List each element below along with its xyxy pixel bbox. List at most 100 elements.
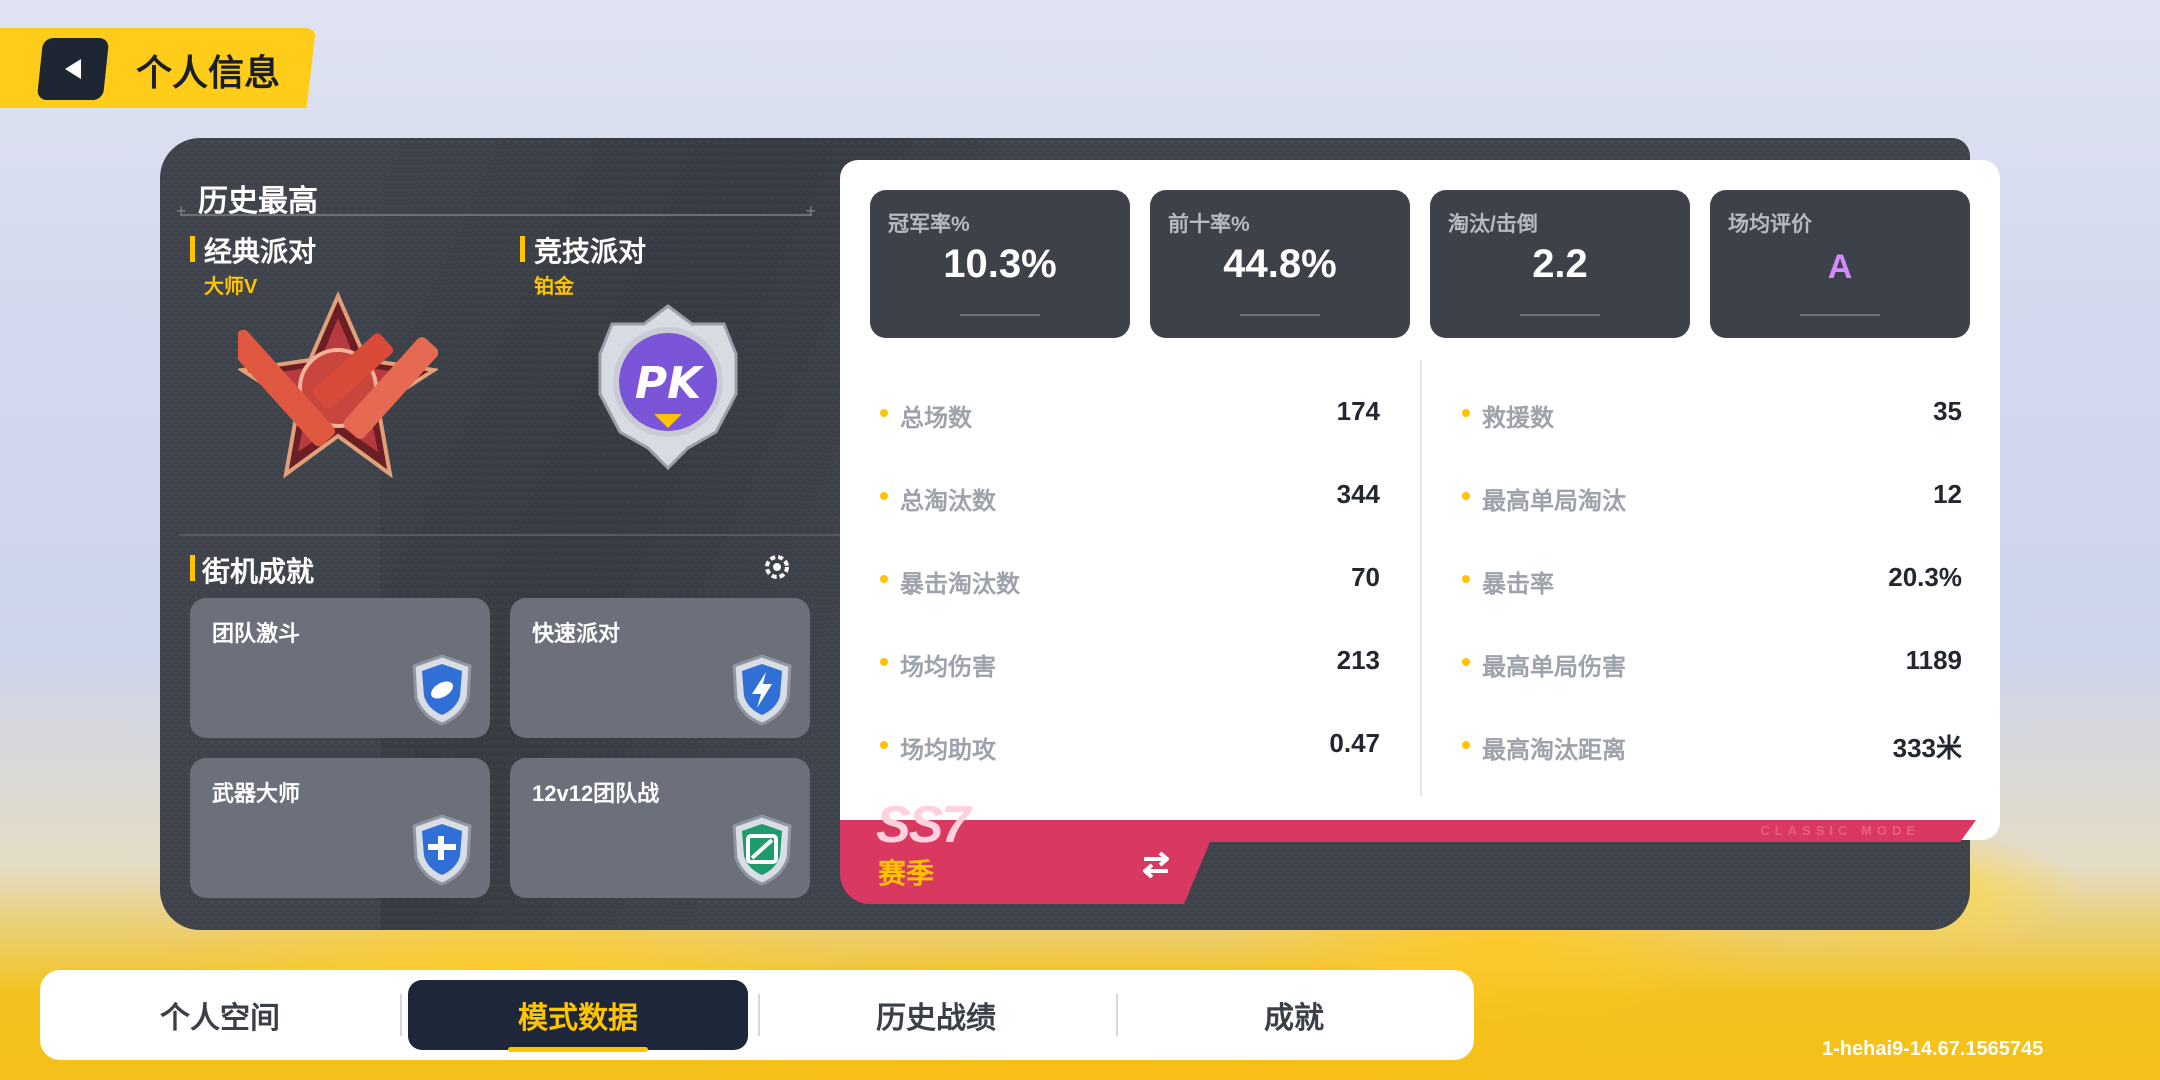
rank-tier-label: 铂金 — [534, 276, 574, 298]
bullet-dot — [880, 409, 888, 417]
kpi-label: 场均评价 — [1728, 213, 1812, 236]
kpi-underline — [1240, 314, 1320, 316]
tab-separator — [758, 994, 760, 1036]
platinum-pk-badge-icon: PK — [598, 304, 738, 470]
bullet-dot — [880, 741, 888, 749]
team-battle-shield-icon — [412, 654, 472, 726]
history-divider — [176, 201, 816, 222]
bullet-dot — [1462, 741, 1470, 749]
kpi-underline — [960, 314, 1040, 316]
stat-label: 最高单局伤害 — [1482, 654, 1626, 681]
kpi-value: 10.3% — [943, 242, 1057, 286]
accent-bar — [190, 555, 195, 581]
stat-row: 场均伤害 213 — [880, 643, 1380, 683]
stat-row: 暴击率 20.3% — [1462, 560, 1962, 600]
season-label: 赛季 — [878, 858, 935, 889]
stat-value: 70 — [1351, 562, 1380, 592]
season-code: SS7 — [876, 796, 970, 854]
bullet-dot — [1462, 575, 1470, 583]
accent-bar — [520, 236, 525, 262]
arcade-title: 街机成就 — [202, 556, 315, 587]
stat-row: 总淘汰数 344 — [880, 477, 1380, 517]
tab-separator — [1116, 994, 1118, 1036]
stat-row: 最高单局伤害 1189 — [1462, 643, 1962, 683]
bullet-dot — [880, 575, 888, 583]
weapon-master-shield-icon — [412, 814, 472, 886]
stat-label: 最高单局淘汰 — [1482, 488, 1626, 515]
page-title: 个人信息 — [136, 52, 281, 93]
stat-label: 最高淘汰距离 — [1482, 737, 1626, 764]
stat-row: 暴击淘汰数 70 — [880, 560, 1380, 600]
stat-row: 总场数 174 — [880, 394, 1380, 434]
kpi-card-top10-rate: 前十率% 44.8% — [1150, 190, 1410, 338]
back-button[interactable] — [36, 38, 110, 100]
kpi-card-rating: 场均评价 A — [1710, 190, 1970, 338]
accent-bar — [190, 236, 195, 262]
bullet-dot — [1462, 658, 1470, 666]
stat-value: 0.47 — [1329, 728, 1380, 758]
stat-value: 344 — [1336, 479, 1380, 509]
bullet-dot — [1462, 492, 1470, 500]
arcade-mode-card[interactable]: 武器大师 — [190, 758, 490, 898]
stat-value: 35 — [1933, 396, 1962, 426]
bottom-tab-bar: 个人空间 模式数据 历史战绩 成就 — [40, 970, 1474, 1060]
kpi-underline — [1520, 314, 1600, 316]
kpi-grade: A — [1827, 248, 1853, 286]
tab-achievements[interactable]: 成就 — [1124, 980, 1464, 1050]
bullet-dot — [880, 658, 888, 666]
gear-icon — [765, 555, 789, 579]
kpi-label: 淘汰/击倒 — [1448, 213, 1538, 236]
rank-mode-label: 经典派对 — [204, 236, 317, 267]
stats-divider — [1420, 360, 1422, 796]
mode-name: 武器大师 — [212, 781, 301, 806]
stat-value: 333米 — [1892, 733, 1962, 763]
stat-label: 暴击率 — [1482, 571, 1554, 598]
svg-text:PK: PK — [635, 358, 704, 409]
lightning-shield-icon — [732, 654, 792, 726]
stat-label: 场均助攻 — [900, 737, 996, 764]
kpi-value: 44.8% — [1223, 242, 1337, 286]
kpi-card-win-rate: 冠军率% 10.3% — [870, 190, 1130, 338]
stat-value: 12 — [1933, 479, 1962, 509]
version-label: 1-hehai9-14.67.1565745 — [1822, 1038, 2044, 1060]
stat-value: 174 — [1336, 396, 1380, 426]
kpi-card-kd: 淘汰/击倒 2.2 — [1430, 190, 1690, 338]
stat-label: 暴击淘汰数 — [900, 571, 1020, 598]
kpi-value: 2.2 — [1532, 242, 1588, 286]
swap-arrows-icon — [1143, 851, 1169, 879]
stat-value: 213 — [1336, 645, 1380, 675]
ribbon-text: CLASSIC MODE — [1760, 823, 1920, 838]
stat-row: 救援数 35 — [1462, 394, 1962, 434]
arcade-mode-card[interactable]: 团队激斗 — [190, 598, 490, 738]
master-rank-badge-icon — [238, 291, 438, 478]
tab-personal-space[interactable]: 个人空间 — [50, 980, 390, 1050]
settings-button[interactable] — [760, 550, 794, 584]
stat-value: 20.3% — [1888, 562, 1962, 592]
mode-name: 团队激斗 — [212, 621, 301, 646]
stats-panel: 冠军率% 10.3% 前十率% 44.8% 淘汰/击倒 2.2 场均评价 A 总… — [840, 160, 2000, 840]
season-switch-button[interactable] — [1138, 847, 1174, 883]
tab-match-history[interactable]: 历史战绩 — [766, 980, 1106, 1050]
stat-label: 救援数 — [1482, 405, 1554, 432]
stat-value: 1189 — [1905, 645, 1962, 675]
kpi-label: 冠军率% — [888, 213, 970, 236]
kpi-underline — [1800, 314, 1880, 316]
mode-name: 快速派对 — [532, 621, 621, 646]
tab-separator — [400, 994, 402, 1036]
rank-mode-label: 竞技派对 — [534, 236, 647, 267]
stat-label: 场均伤害 — [900, 654, 996, 681]
stat-label: 总淘汰数 — [900, 488, 996, 515]
arcade-mode-card[interactable]: 12v12团队战 — [510, 758, 810, 898]
arcade-mode-card[interactable]: 快速派对 — [510, 598, 810, 738]
stat-row: 场均助攻 0.47 — [880, 726, 1380, 766]
mode-name: 12v12团队战 — [532, 781, 660, 806]
stat-label: 总场数 — [900, 405, 972, 432]
kpi-label: 前十率% — [1168, 213, 1250, 236]
stat-row: 最高淘汰距离 333米 — [1462, 726, 1962, 766]
bullet-dot — [1462, 409, 1470, 417]
stat-row: 最高单局淘汰 12 — [1462, 477, 1962, 517]
bullet-dot — [880, 492, 888, 500]
tab-mode-data[interactable]: 模式数据 — [408, 980, 748, 1052]
team-12v12-shield-icon — [732, 814, 792, 886]
back-arrow-icon — [65, 59, 81, 79]
